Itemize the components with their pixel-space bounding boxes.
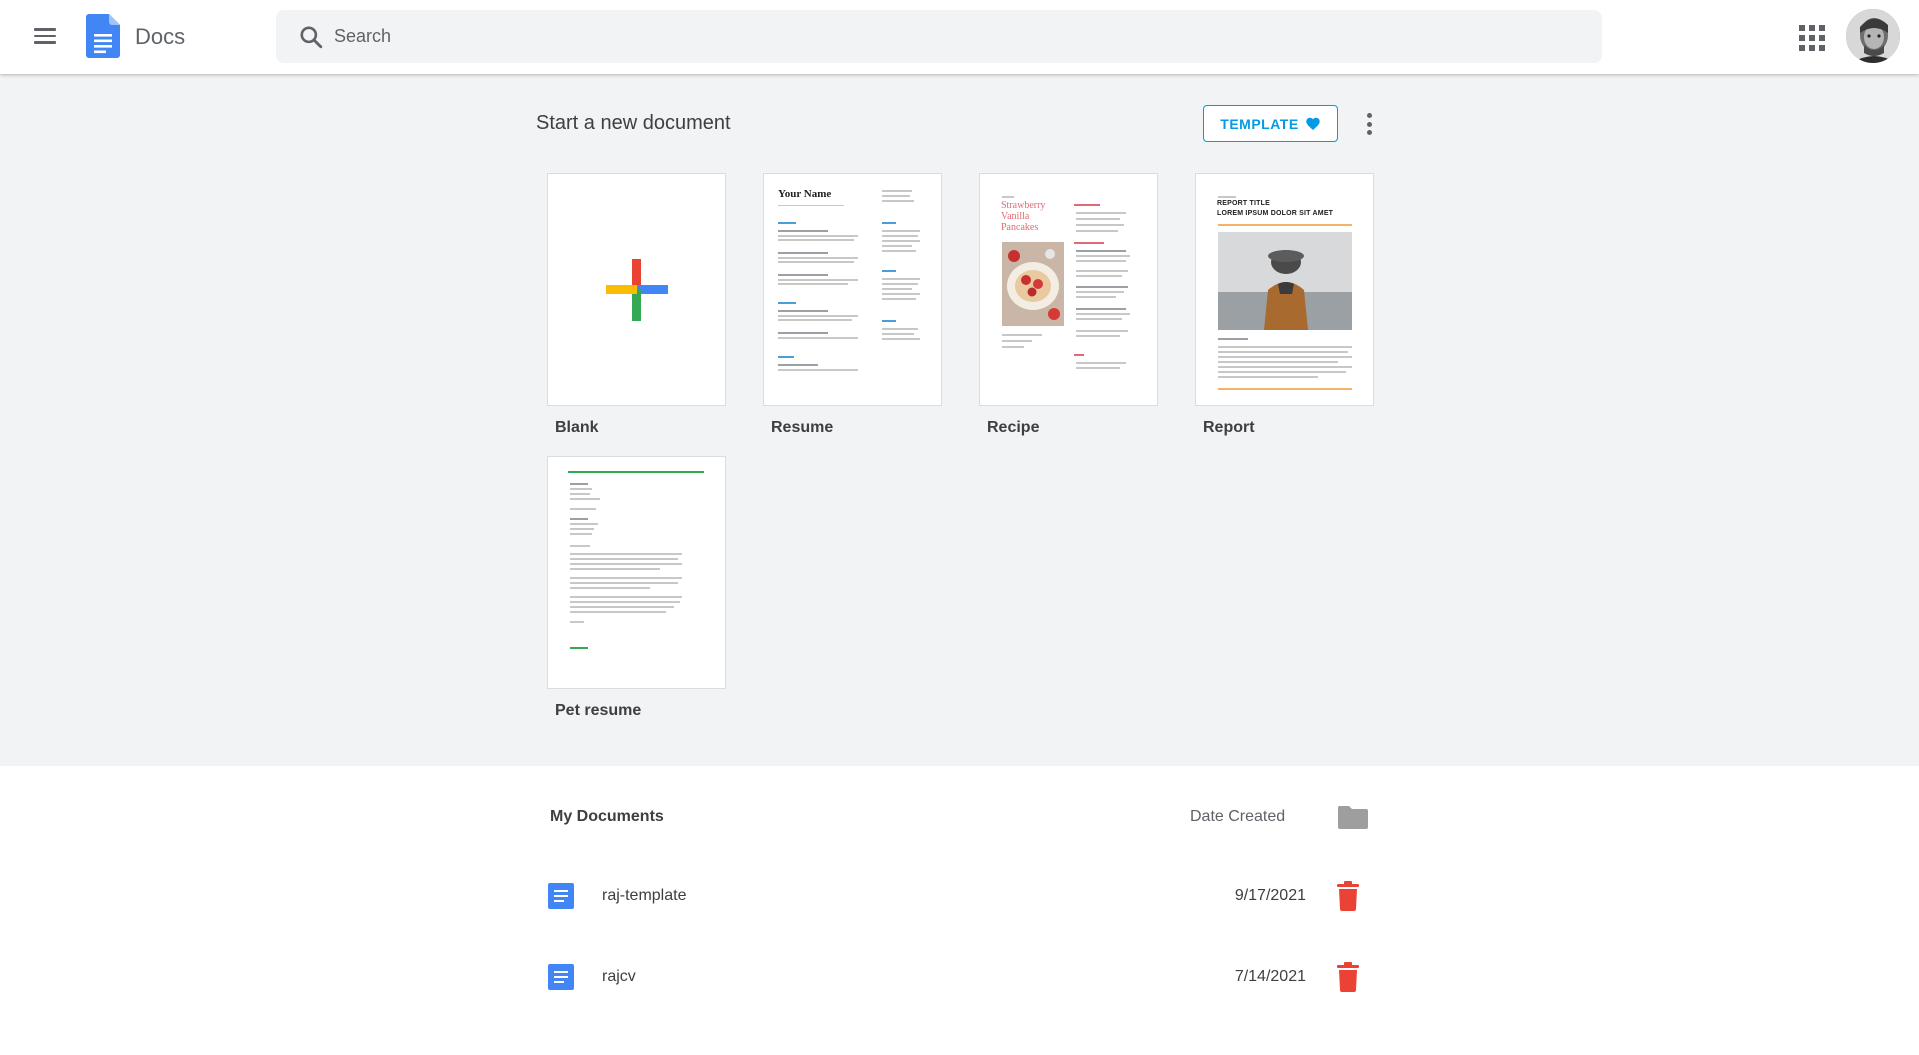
report-preview-subtitle: LOREM IPSUM DOLOR SIT AMET [1217, 210, 1334, 217]
report-photo [1218, 232, 1352, 330]
document-list: My Documents Date Created raj-template 9… [0, 766, 1919, 1055]
document-icon [548, 883, 574, 909]
template-thumbnail[interactable] [547, 173, 726, 406]
template-label: Report [1203, 419, 1255, 436]
heart-icon [1306, 117, 1320, 130]
report-preview-title: REPORT TITLE [1217, 200, 1270, 207]
app-title[interactable]: Docs [135, 24, 185, 50]
document-row[interactable]: rajcv 7/14/2021 [548, 954, 1372, 1002]
plus-icon [606, 259, 668, 321]
template-tile-recipe[interactable]: Strawberry Vanilla Pancakes Recipe [979, 173, 1158, 437]
template-tile-report[interactable]: REPORT TITLE LOREM IPSUM DOLOR SIT AMET … [1195, 173, 1374, 437]
documents-title: My Documents [550, 808, 664, 825]
recipe-preview-title: Strawberry Vanilla Pancakes [1001, 200, 1046, 233]
template-label: Pet resume [555, 702, 642, 719]
pancakes-photo [1002, 242, 1064, 326]
trash-icon[interactable] [1336, 881, 1360, 911]
document-date: 7/14/2021 [1234, 968, 1306, 985]
more-options-icon[interactable] [1362, 110, 1376, 138]
search-bar[interactable] [276, 10, 1602, 63]
template-label: Resume [771, 419, 834, 436]
folder-icon[interactable] [1337, 804, 1369, 830]
template-thumbnail[interactable]: Your Name [763, 173, 942, 406]
template-thumbnail[interactable]: Strawberry Vanilla Pancakes [979, 173, 1158, 406]
template-label: Blank [555, 419, 599, 436]
search-input[interactable] [334, 10, 1574, 63]
template-section-title: Start a new document [536, 112, 731, 134]
avatar[interactable] [1846, 9, 1900, 63]
template-tile-resume[interactable]: Your Name Resume [763, 173, 942, 437]
resume-preview-name: Your Name [778, 188, 832, 200]
sort-date-created[interactable]: Date Created [1190, 808, 1285, 826]
template-button[interactable]: TEMPLATE [1203, 105, 1338, 142]
document-name[interactable]: rajcv [602, 968, 636, 986]
search-icon[interactable] [298, 24, 324, 50]
document-row[interactable]: raj-template 9/17/2021 [548, 873, 1372, 921]
docs-logo-icon[interactable] [86, 14, 120, 58]
template-tile-blank[interactable]: Blank [547, 173, 726, 437]
template-button-label: TEMPLATE [1220, 115, 1299, 132]
template-tile-pet-resume[interactable]: Pet resume [547, 456, 726, 720]
document-name[interactable]: raj-template [602, 887, 686, 905]
template-label: Recipe [987, 419, 1040, 436]
top-app-bar: Docs [0, 0, 1919, 74]
apps-grid-icon[interactable] [1797, 23, 1825, 51]
document-icon [548, 964, 574, 990]
template-thumbnail[interactable] [547, 456, 726, 689]
trash-icon[interactable] [1336, 962, 1360, 992]
template-gallery: Start a new document TEMPLATE Blank Your… [0, 74, 1919, 766]
document-date: 9/17/2021 [1234, 887, 1306, 904]
template-thumbnail[interactable]: REPORT TITLE LOREM IPSUM DOLOR SIT AMET [1195, 173, 1374, 406]
main-menu-icon[interactable] [30, 24, 60, 48]
